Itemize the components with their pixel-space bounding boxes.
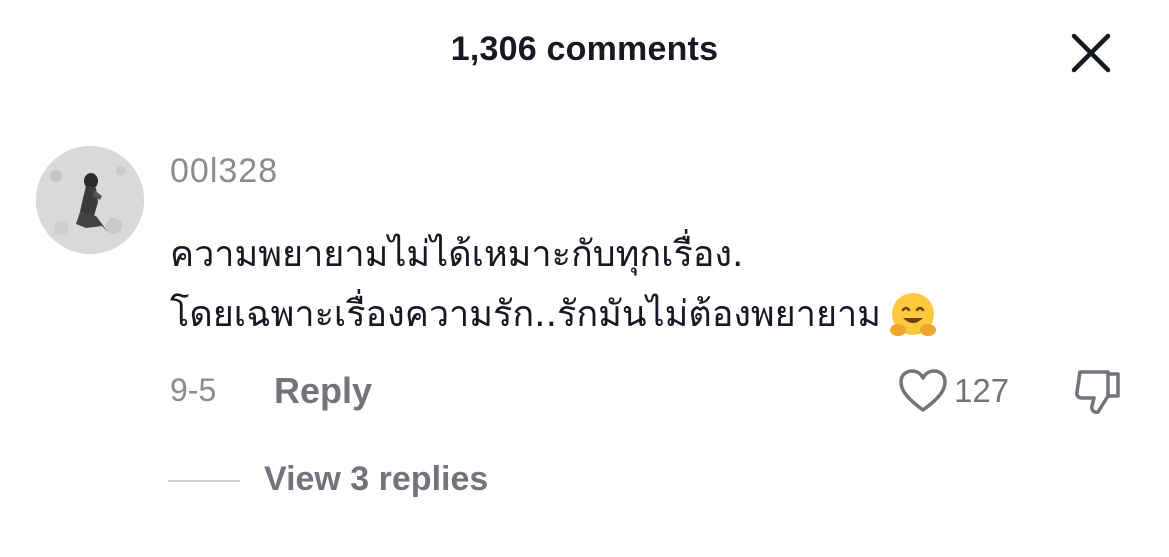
comments-count-title: 1,306 comments [450,30,719,68]
comment-text-line-content: โดยเฉพาะเรื่องความรัก..รักมันไม่ต้องพยาย… [170,294,881,335]
replies-divider [168,480,240,482]
close-icon [1071,33,1111,73]
avatar[interactable] [36,146,144,254]
like-button[interactable] [896,366,950,416]
comment-text-line: ความพยายามไม่ได้เหมาะกับทุกเรื่อง. [170,234,744,275]
comment-text-line: โดยเฉพาะเรื่องความรัก..รักมันไม่ต้องพยาย… [170,285,1130,345]
comment-username[interactable]: 00l328 [170,152,278,191]
comment-date: 9-5 [170,372,217,408]
heart-icon [899,369,947,412]
dislike-button[interactable] [1072,366,1124,420]
comment-text: ความพยายามไม่ได้เหมาะกับทุกเรื่อง. โดยเฉ… [170,225,1130,345]
reply-button[interactable]: Reply [274,370,372,412]
hugging-face-emoji [887,290,939,342]
avatar-photo [36,146,144,254]
thumbs-down-icon [1075,370,1120,414]
view-replies-button[interactable]: View 3 replies [264,460,488,499]
close-button[interactable] [1066,30,1116,76]
like-count: 127 [954,372,1010,409]
